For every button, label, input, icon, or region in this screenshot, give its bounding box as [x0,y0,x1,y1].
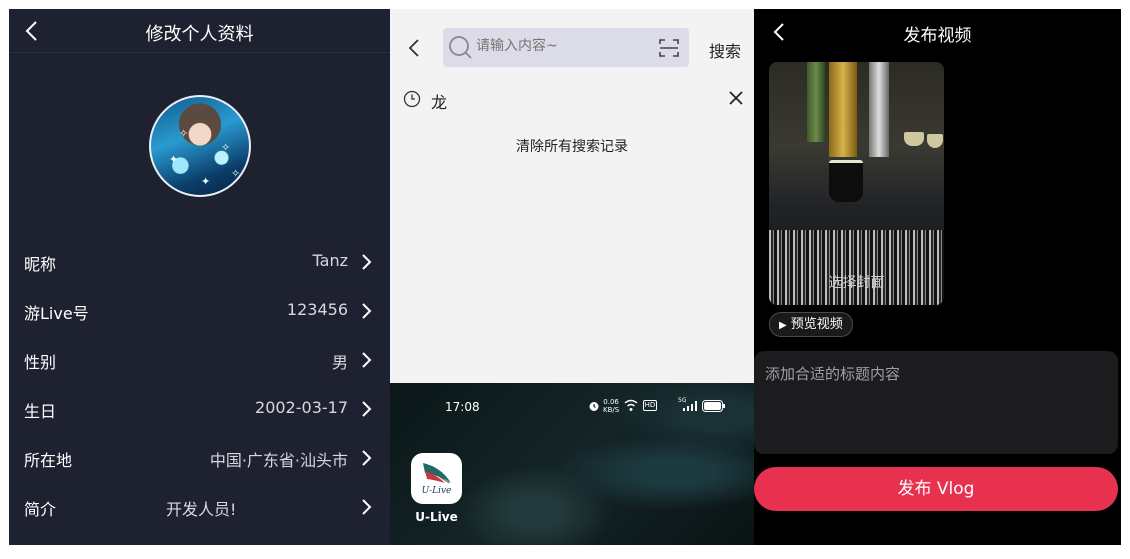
select-cover-label[interactable]: 选择封面 [769,272,944,292]
net-speed-unit: KB/S [603,406,620,414]
search-button[interactable]: 搜索 [709,38,741,62]
title-input-area[interactable] [754,351,1118,454]
page-title: 修改个人资料 [145,24,254,45]
row-value: 中国·广东省·汕头市 [209,451,348,470]
app-icon-text: U-Live [421,486,452,496]
chevron-right-icon [362,254,372,270]
title-textarea[interactable] [765,363,1105,443]
row-label: 简介 [24,500,57,519]
publish-vlog-button[interactable]: 发布 Vlog [754,467,1118,511]
row-label: 性别 [24,353,57,372]
search-screen: 搜索 龙 清除所有搜索记录 17:08 0.06KB/S HD 5G [390,9,754,545]
status-time: 17:08 [445,400,480,414]
search-icon [449,36,472,59]
row-location[interactable]: 所在地 中国·广东省·汕头市 [9,433,390,482]
row-label: 所在地 [24,451,73,470]
chevron-right-icon [362,499,372,515]
cover-image-element [927,134,943,148]
battery-icon [702,400,725,412]
sparkle-icon: ✧ [231,167,241,180]
history-text: 龙 [431,93,448,112]
row-gender[interactable]: 性别 男 [9,335,390,384]
network-speed: 0.06 KB/S [603,398,619,414]
cover-image-element [869,62,889,157]
video-cover[interactable]: 选择封面 [769,62,944,305]
row-value: Tanz [312,251,348,270]
avatar[interactable]: ✦ ✧ ✦ ✧ ✧ [149,95,251,197]
cover-image-element [829,62,857,157]
row-label: 昵称 [24,255,57,274]
search-input[interactable] [476,38,636,54]
signal-icon [683,401,697,411]
net-speed-value: 0.06 [603,398,619,406]
clear-history-button[interactable]: 清除所有搜索记录 [390,136,754,156]
row-bio[interactable]: 简介 开发人员! [9,482,390,531]
clock-icon [403,90,421,108]
chevron-right-icon [362,303,372,319]
page-title: 发布视频 [903,26,972,46]
back-arrow-icon[interactable] [404,36,424,60]
cover-image-element [904,132,924,146]
chevron-right-icon [362,450,372,466]
scan-icon[interactable] [658,37,680,59]
wifi-icon [624,399,638,411]
edit-profile-screen: 修改个人资料 ✦ ✧ ✦ ✧ ✧ 昵称 Tanz 游Live号 123456 性… [9,9,390,545]
u-live-app-icon[interactable]: U-Live [411,453,462,504]
cover-image-element [769,230,944,305]
history-item[interactable]: 龙 [390,85,754,115]
status-icons: 0.06 KB/S HD 5G [588,397,728,414]
cover-image-element [829,160,863,202]
publish-video-screen: 发布视频 选择封面 ▶预览视频 发布 Vlog [754,9,1121,545]
row-nickname[interactable]: 昵称 Tanz [9,237,390,286]
play-icon: ▶ [779,320,787,331]
search-box[interactable] [443,28,689,67]
preview-video-button[interactable]: ▶ 预览视频 [769,312,853,337]
chevron-right-icon [362,352,372,368]
row-label: 游Live号 [24,304,89,323]
cover-image-element [807,62,825,142]
row-live-id[interactable]: 游Live号 123456 [9,286,390,335]
row-label: 生日 [24,402,57,421]
row-birthday[interactable]: 生日 2002-03-17 [9,384,390,433]
row-value: 123456 [286,300,348,319]
app-label: U-Live [415,510,458,524]
close-icon[interactable] [728,90,744,106]
sparkle-icon: ✧ [179,127,189,140]
chevron-right-icon [362,401,372,417]
nav-bar: 修改个人资料 [9,9,390,53]
sparkle-icon: ✦ [201,175,211,188]
sparkle-icon: ✦ [169,153,179,166]
sparkle-icon: ✧ [221,141,231,154]
homescreen: 17:08 0.06 KB/S HD 5G U-Live U-Live [390,383,754,545]
row-value: 开发人员! [166,500,237,519]
row-value: 男 [331,353,348,372]
alarm-icon [589,402,599,411]
row-value: 2002-03-17 [255,398,348,417]
hd-badge: HD [643,400,657,411]
preview-label: 预览视频 [790,317,843,332]
feather-logo-icon [423,463,451,484]
